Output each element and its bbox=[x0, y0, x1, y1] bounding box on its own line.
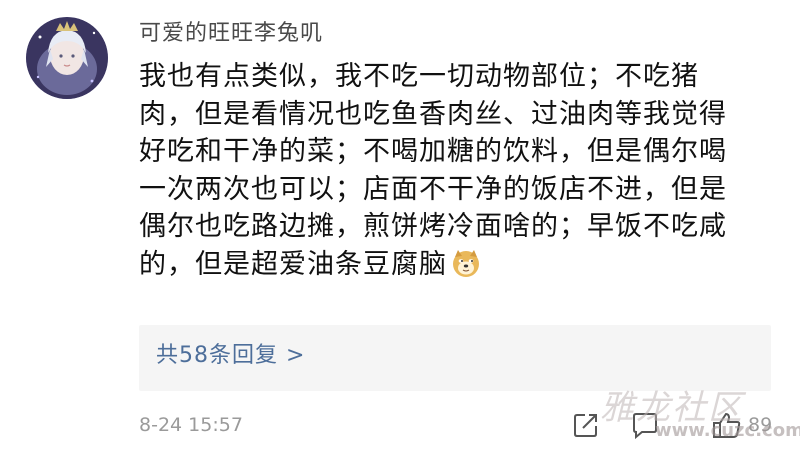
share-icon bbox=[574, 414, 597, 437]
comment-line: 肉，但是看情况也吃鱼香肉丝、过油肉等我觉得 bbox=[139, 98, 727, 130]
comment-line: 的，但是超爱油条豆腐脑 bbox=[139, 248, 447, 280]
comment-line: 偶尔也吃路边摊，煎饼烤冷面啥的；早饭不吃咸 bbox=[139, 211, 727, 242]
watermark-url: www.cuzc.com bbox=[655, 420, 800, 441]
doge-emoji-icon bbox=[451, 248, 481, 278]
avatar-image bbox=[26, 17, 108, 99]
comment-line: 一次两次也可以；店面不干净的饭店不进，但是 bbox=[139, 173, 727, 205]
view-replies-link[interactable]: 共58条回复 > bbox=[156, 341, 305, 371]
username[interactable]: 可爱的旺旺李兔叽 bbox=[139, 19, 323, 49]
avatar[interactable] bbox=[26, 17, 108, 99]
timestamp: 8-24 15:57 bbox=[139, 414, 243, 436]
comment-line: 好吃和干净的菜；不喝加糖的饮料，但是偶尔喝 bbox=[139, 136, 727, 167]
comment-line-last: 的，但是超爱油条豆腐脑 bbox=[139, 246, 764, 284]
comment-text: 我也有点类似，我不吃一切动物部位；不吃猪 肉，但是看情况也吃鱼香肉丝、过油肉等我… bbox=[139, 58, 764, 283]
comment-line: 我也有点类似，我不吃一切动物部位；不吃猪 bbox=[139, 61, 699, 92]
share-button[interactable] bbox=[571, 410, 601, 440]
